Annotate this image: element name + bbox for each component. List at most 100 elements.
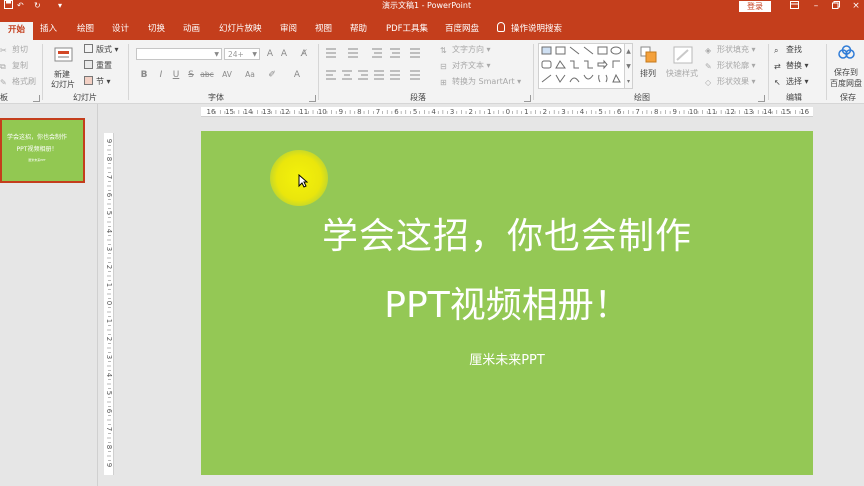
slide-title-line1[interactable]: 学会这招，你也会制作 — [201, 212, 813, 262]
slide-subtitle[interactable]: 厘米未来PPT — [201, 352, 813, 370]
undo-icon[interactable]: ↶ — [17, 0, 24, 12]
tab-animations[interactable]: 动画 — [183, 20, 200, 38]
shape-fill-button[interactable]: ◈ 形状填充 ▾ — [705, 44, 756, 55]
powerpoint-window: ↶ ↻ ▾ 演示文稿1 - PowerPoint 登录 – × 开始 插入 绘图… — [0, 0, 864, 486]
tab-insert[interactable]: 插入 — [40, 20, 57, 38]
font-size-combo[interactable]: 24+ ▼ — [224, 48, 260, 60]
ruler-label: 7 — [105, 426, 113, 432]
customize-quick-access-icon[interactable]: ▾ — [58, 0, 62, 12]
font-dialog-launcher-icon[interactable] — [309, 95, 316, 102]
highlight-icon[interactable]: ✐ — [266, 69, 278, 81]
replace-button[interactable]: ⇄ 替换 ▾ — [774, 60, 809, 71]
ruler-label: 10 — [317, 108, 327, 116]
tell-me-search[interactable]: 操作说明搜索 — [497, 20, 562, 38]
ruler-label: 12 — [725, 108, 735, 116]
chevron-down-icon: ▼ — [214, 51, 219, 58]
ruler-label: 12 — [280, 108, 290, 116]
tab-help[interactable]: 帮助 — [350, 20, 367, 38]
save-to-baidu-button[interactable]: 保存到 百度网盘 — [829, 43, 864, 91]
format-painter-button[interactable]: ✎ 格式刷 — [0, 76, 36, 87]
ruler-label: 13 — [262, 108, 272, 116]
paragraph-dialog-launcher-icon[interactable] — [524, 95, 531, 102]
select-arrow-icon: ↖ — [774, 78, 781, 87]
italic-button[interactable]: I — [155, 69, 167, 81]
underline-button[interactable]: U — [170, 69, 182, 81]
change-case-button[interactable]: Aa — [242, 69, 258, 81]
save-icon[interactable] — [4, 0, 13, 12]
ruler-label: 15 — [225, 108, 234, 116]
font-group-label: 字体 — [208, 93, 224, 102]
reset-button[interactable]: 重置 — [84, 60, 112, 71]
ruler-label: 2 — [105, 336, 113, 342]
ruler-label: 7 — [635, 108, 640, 116]
gallery-scroll[interactable]: ▲ ▼ ▾ — [624, 43, 633, 89]
smartart-icon: ⊞ — [440, 78, 447, 87]
section-button[interactable]: 节 ▾ — [84, 76, 111, 87]
clipboard-dialog-launcher-icon[interactable] — [33, 95, 40, 102]
tab-draw[interactable]: 绘图 — [77, 20, 94, 38]
ruler-label: 9 — [672, 108, 677, 116]
vertical-ruler-labels: 9 8 7 6 5 4 3 2 1 0 1 2 3 4 5 6 7 8 9 — [104, 133, 114, 475]
ruler-label: 5 — [105, 390, 113, 396]
redo-icon[interactable]: ↻ — [34, 0, 41, 12]
layout-button[interactable]: 版式 ▾ — [84, 44, 119, 55]
ruler-label: 3 — [561, 108, 566, 116]
tab-baidu-netdisk[interactable]: 百度网盘 — [445, 20, 479, 38]
shapes-gallery[interactable] — [538, 43, 628, 89]
cut-button[interactable]: ✂ 剪切 — [0, 44, 28, 55]
login-button[interactable]: 登录 — [739, 1, 771, 12]
group-separator — [318, 44, 319, 100]
ruler-label: 2 — [542, 108, 548, 116]
tab-pdf-tools[interactable]: PDF工具集 — [386, 20, 428, 38]
paint-bucket-icon: ◈ — [705, 46, 712, 55]
horizontal-ruler: 16 15 14 13 12 11 10 9 8 7 6 5 4 3 2 1 0 1 2 3 4 5 6 7 8 9 10 11 12 1… — [201, 107, 813, 117]
slide-thumbnail-1[interactable]: 学会这招，你也会制作 PPT视频相册！ 厘米未来PPT — [0, 118, 85, 183]
paragraph-list-icons[interactable] — [324, 46, 444, 60]
ruler-label: 11 — [707, 108, 717, 116]
shape-effects-button[interactable]: ◇ 形状效果 ▾ — [705, 76, 756, 87]
drawing-dialog-launcher-icon[interactable] — [758, 95, 765, 102]
clear-formatting-icon[interactable]: A̸ — [298, 48, 310, 60]
quick-styles-button[interactable]: 快速样式 — [664, 44, 702, 90]
align-text-button[interactable]: ⊟ 对齐文本 ▾ — [440, 60, 491, 71]
close-icon[interactable]: × — [846, 0, 864, 12]
tab-review[interactable]: 审阅 — [280, 20, 297, 38]
ruler-label: 7 — [375, 108, 381, 116]
ruler-label: 14 — [243, 108, 253, 116]
tab-transitions[interactable]: 切换 — [148, 20, 165, 38]
text-direction-button[interactable]: ⇅ 文字方向 ▾ — [440, 44, 491, 55]
ruler-label: 1 — [487, 108, 492, 116]
convert-smartart-button[interactable]: ⊞ 转换为 SmartArt ▾ — [440, 76, 521, 87]
tell-me-label: 操作说明搜索 — [511, 24, 563, 34]
restore-icon[interactable] — [826, 0, 846, 12]
strikethrough-button[interactable]: abc — [199, 69, 215, 81]
arrange-button[interactable]: 排列 — [638, 44, 660, 90]
ruler-label: 16 — [800, 108, 810, 116]
new-slide-button[interactable]: 新建 幻灯片 — [50, 43, 80, 91]
shadow-button[interactable]: S — [185, 69, 197, 81]
tab-design[interactable]: 设计 — [112, 20, 129, 38]
ruler-label: 4 — [105, 372, 113, 378]
ruler-label: 9 — [105, 138, 113, 144]
alignment-icons[interactable] — [324, 68, 444, 82]
tab-home[interactable]: 开始 — [0, 22, 34, 40]
ruler-label: 5 — [105, 210, 113, 216]
ribbon-tabs: 开始 插入 绘图 设计 切换 动画 幻灯片放映 审阅 视图 帮助 PDF工具集 … — [0, 12, 864, 40]
font-name-combo[interactable]: ▼ — [136, 48, 222, 60]
ribbon-display-options-icon[interactable] — [784, 0, 804, 12]
character-spacing-button[interactable]: AV — [219, 69, 235, 81]
find-button[interactable]: ⌕ 查找 — [774, 44, 802, 55]
tab-view[interactable]: 视图 — [315, 20, 332, 38]
shape-outline-button[interactable]: ✎ 形状轮廓 ▾ — [705, 60, 756, 71]
effects-icon: ◇ — [705, 78, 712, 87]
minimize-icon[interactable]: – — [806, 0, 826, 12]
decrease-font-icon[interactable]: A — [278, 48, 290, 60]
slide-title-line2[interactable]: PPT视频相册！ — [201, 280, 813, 332]
font-color-button[interactable]: A — [291, 69, 303, 81]
copy-button[interactable]: ⧉ 复制 — [0, 60, 28, 71]
bold-button[interactable]: B — [138, 69, 150, 81]
select-button[interactable]: ↖ 选择 ▾ — [774, 76, 809, 87]
increase-font-icon[interactable]: A — [264, 48, 276, 60]
tab-slideshow[interactable]: 幻灯片放映 — [219, 20, 262, 38]
ruler-label: 11 — [299, 108, 309, 116]
